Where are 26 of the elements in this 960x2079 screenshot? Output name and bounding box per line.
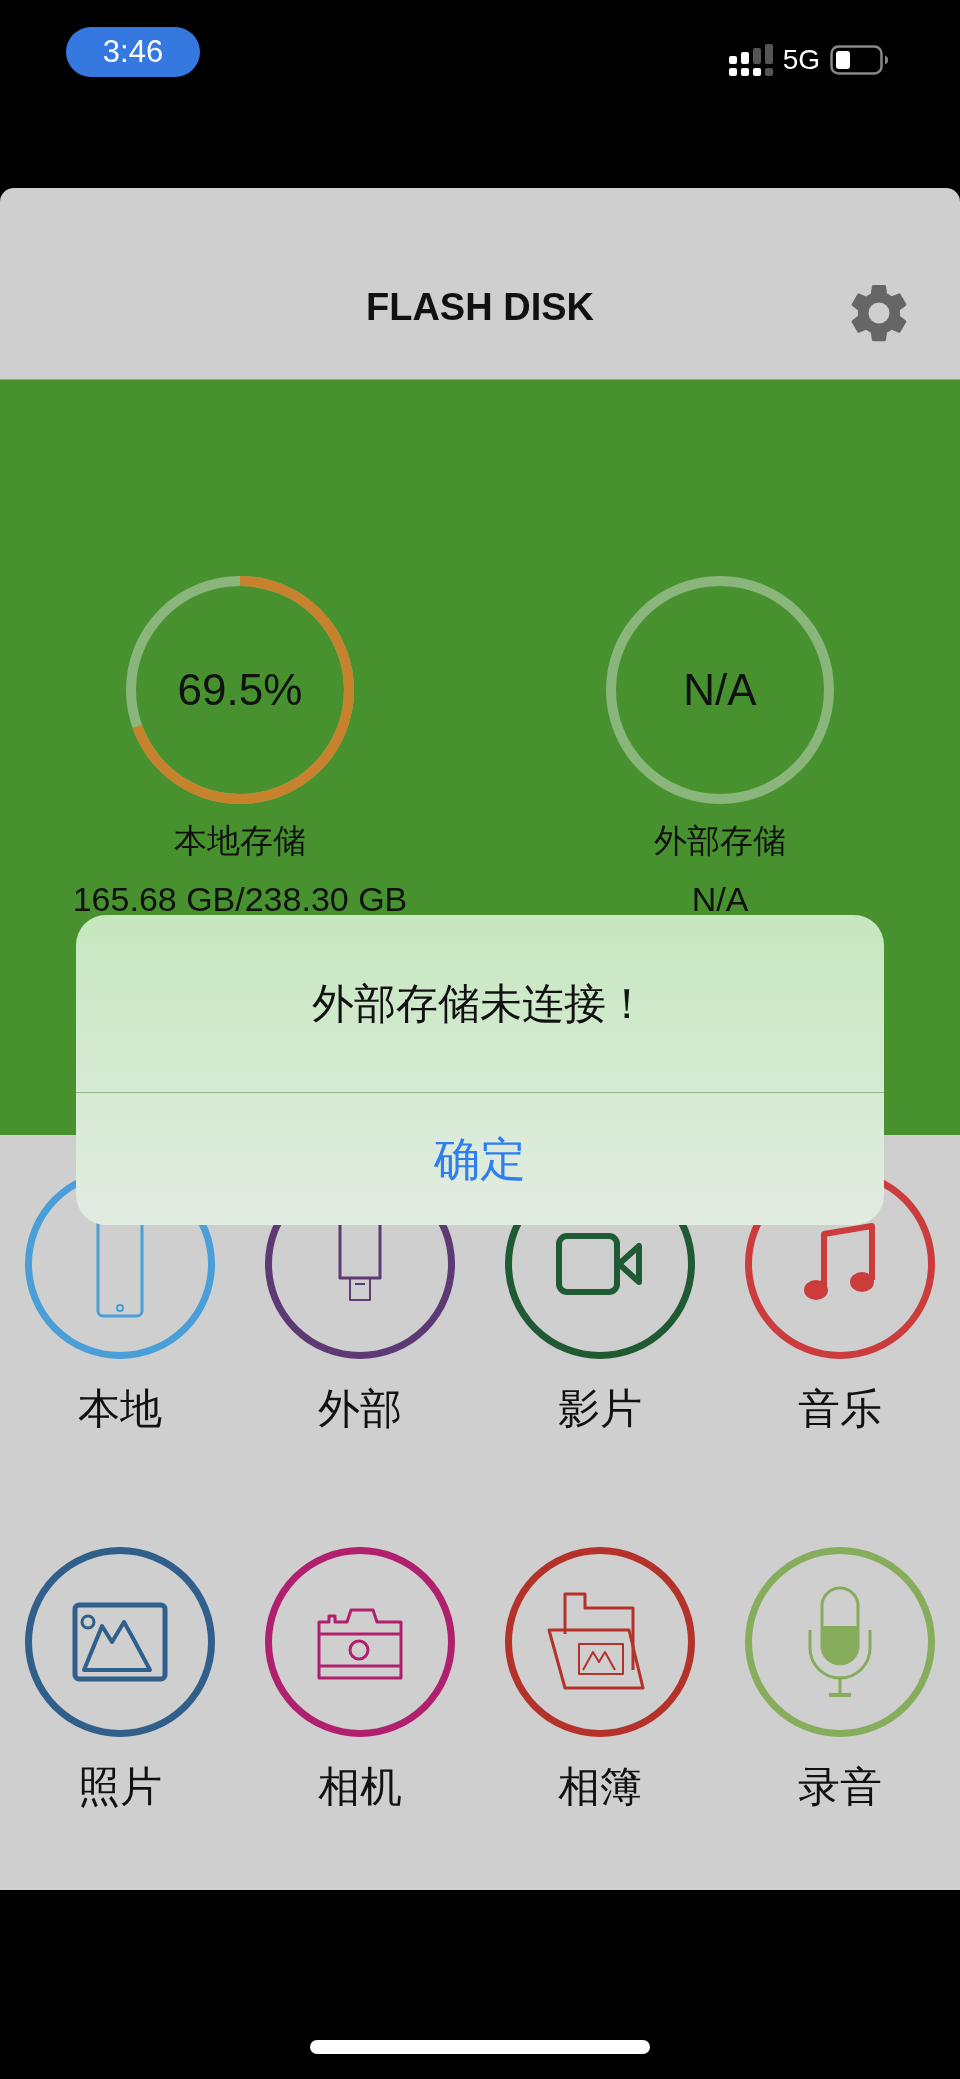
signal-icon bbox=[728, 44, 773, 76]
shortcut-label: 影片 bbox=[558, 1385, 642, 1433]
storage-ring: 69.5% bbox=[125, 575, 355, 805]
shortcut-label: 音乐 bbox=[798, 1385, 882, 1433]
storage-label: 外部存储 bbox=[654, 821, 786, 861]
confirm-button[interactable]: 确定 bbox=[76, 1093, 884, 1225]
app-title: FLASH DISK bbox=[366, 285, 594, 330]
shortcut-label: 相簿 bbox=[558, 1763, 642, 1811]
shortcut-label: 本地 bbox=[78, 1385, 162, 1433]
storage-label: 本地存储 bbox=[174, 821, 306, 861]
video-camera-icon bbox=[555, 1232, 645, 1296]
time-badge: 3:46 bbox=[66, 27, 200, 77]
storage-usage: N/A bbox=[691, 879, 749, 919]
shortcut-label: 照片 bbox=[78, 1763, 162, 1811]
shortcut-button[interactable] bbox=[505, 1547, 695, 1737]
battery-icon bbox=[830, 45, 888, 75]
shortcut-label: 相机 bbox=[318, 1763, 402, 1811]
shortcut-button[interactable] bbox=[265, 1547, 455, 1737]
alert-message: 外部存储未连接！ bbox=[312, 979, 648, 1029]
storage-usage: 165.68 GB/238.30 GB bbox=[72, 879, 408, 919]
shortcut-button[interactable] bbox=[25, 1547, 215, 1737]
network-label: 5G bbox=[782, 43, 820, 77]
shortcut-label: 外部 bbox=[318, 1385, 402, 1433]
shortcut-label: 录音 bbox=[798, 1763, 882, 1811]
storage-ring: N/A bbox=[605, 575, 835, 805]
image-icon bbox=[72, 1602, 168, 1682]
